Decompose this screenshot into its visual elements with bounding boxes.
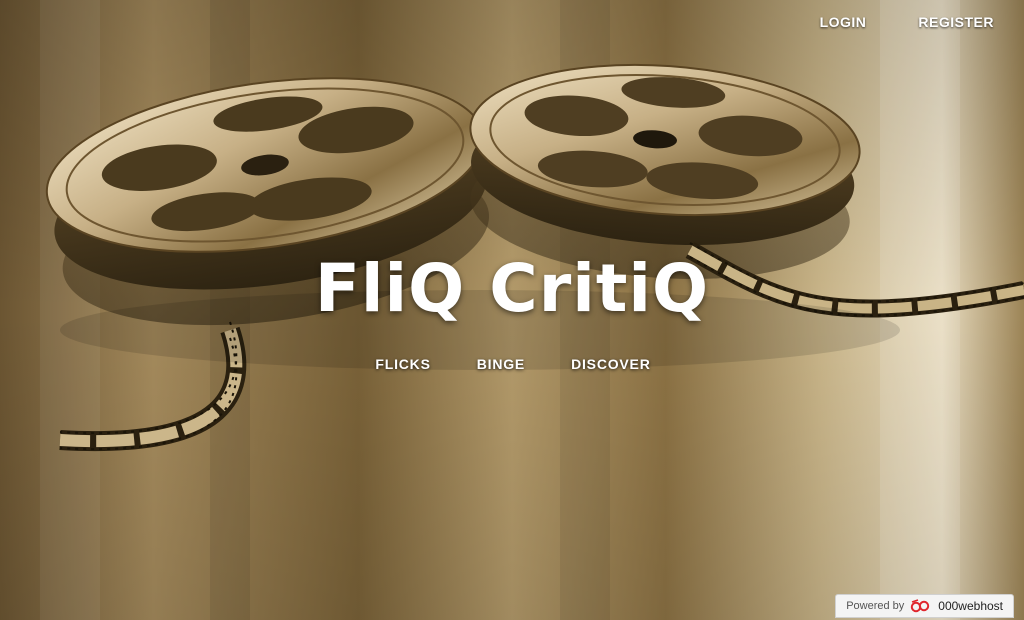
000webhost-brand-text: 000webhost [938,599,1003,613]
login-link[interactable]: LOGIN [820,14,867,30]
site-title: FliQ CritiQ [314,250,710,327]
register-link[interactable]: REGISTER [918,14,994,30]
nav-link-flicks[interactable]: FLICKS [375,356,430,372]
main-nav: FLICKS BINGE DISCOVER [0,356,1024,372]
nav-link-binge[interactable]: BINGE [477,356,525,372]
powered-by-badge[interactable]: Powered by 000webhost [835,594,1014,618]
header-nav: LOGIN REGISTER [820,14,994,30]
powered-by-label: Powered by [846,600,905,612]
000webhost-logo-icon [911,599,930,613]
nav-link-discover[interactable]: DISCOVER [571,356,651,372]
